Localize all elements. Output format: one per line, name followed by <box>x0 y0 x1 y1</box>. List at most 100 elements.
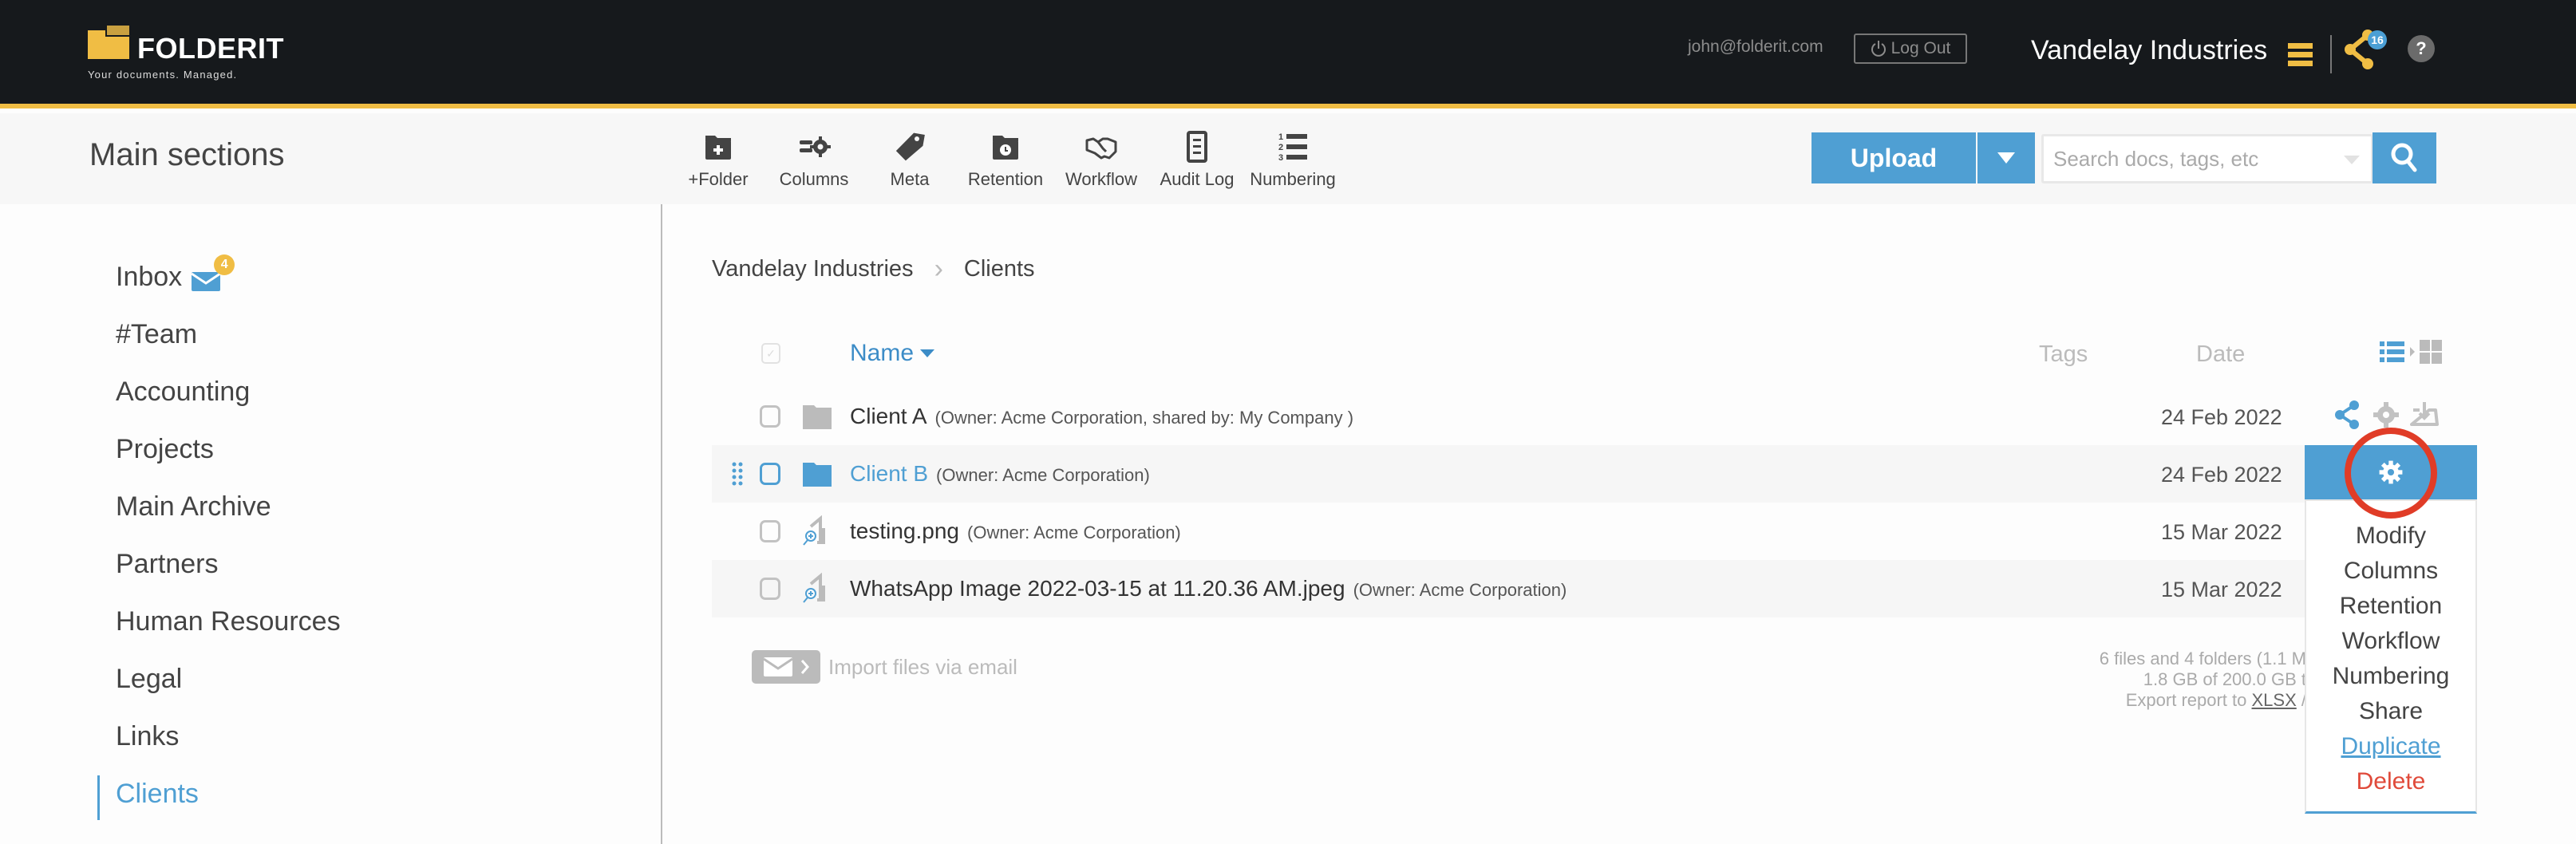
row-name: testing.png <box>850 519 959 543</box>
sort-by-name[interactable]: Name <box>850 340 935 367</box>
sidebar-item-label: Partners <box>116 549 219 579</box>
import-email-button[interactable] <box>752 650 820 684</box>
table-row[interactable]: testing.png (Owner: Acme Corporation) 15 … <box>712 503 2452 560</box>
column-header-tags[interactable]: Tags <box>2039 341 2088 368</box>
logout-button[interactable]: Log Out <box>1854 34 1967 64</box>
row-owner: (Owner: Acme Corporation) <box>936 465 1150 485</box>
brand-tagline: Your documents. Managed. <box>88 69 238 81</box>
settings-dropdown-menu: Modify Columns Retention Workflow Number… <box>2305 499 2477 814</box>
hamburger-menu-icon[interactable] <box>2288 43 2313 66</box>
sidebar: Inbox 4 #Team Accounting Projects Main A… <box>0 204 662 844</box>
sidebar-item-accounting[interactable]: Accounting <box>116 377 250 408</box>
storage-usage: 1.8 GB of 200.0 GB t <box>2143 669 2306 689</box>
row-checkbox[interactable] <box>760 578 780 600</box>
row-checkbox[interactable] <box>760 520 780 542</box>
user-email: john@folderit.com <box>1688 37 1823 56</box>
toolbar-add-folder[interactable]: +Folder <box>670 129 766 190</box>
menu-item-share[interactable]: Share <box>2306 694 2475 729</box>
toolbar-label: Retention <box>967 169 1044 189</box>
row-date: 15 Mar 2022 <box>2161 578 2282 601</box>
caret-down-icon <box>1997 152 2015 164</box>
toolbar-retention[interactable]: Retention <box>958 129 1053 190</box>
file-name[interactable]: Client A (Owner: Acme Corporation, shared… <box>850 404 1353 429</box>
upload-options-button[interactable] <box>1977 132 2035 183</box>
toolbar: +Folder Columns Meta Retention Workflow … <box>670 129 1341 190</box>
row-actions <box>2332 399 2440 431</box>
folder-icon <box>803 463 832 487</box>
toolbar-label: Meta <box>890 169 930 189</box>
table-row[interactable]: WhatsApp Image 2022-03-15 at 11.20.36 AM… <box>712 560 2452 617</box>
file-name[interactable]: WhatsApp Image 2022-03-15 at 11.20.36 AM… <box>850 576 1567 601</box>
toolbar-workflow[interactable]: Workflow <box>1053 129 1149 190</box>
row-name: WhatsApp Image 2022-03-15 at 11.20.36 AM… <box>850 576 1345 601</box>
drag-handle-icon[interactable] <box>732 461 743 488</box>
sidebar-item-links[interactable]: Links <box>116 721 179 752</box>
import-via-email[interactable]: Import files via email <box>752 650 1017 684</box>
sidebar-item-partners[interactable]: Partners <box>116 549 219 580</box>
row-settings-button[interactable] <box>2305 445 2477 499</box>
sidebar-item-clients[interactable]: Clients <box>116 779 199 810</box>
column-header-date[interactable]: Date <box>2196 341 2245 368</box>
breadcrumb-item[interactable]: Vandelay Industries <box>712 256 914 282</box>
sort-caret-icon <box>920 349 935 357</box>
sidebar-item-projects[interactable]: Projects <box>116 434 214 465</box>
sidebar-item-label: Accounting <box>116 377 251 407</box>
column-header-name: Name <box>850 340 915 366</box>
handshake-icon <box>1085 137 1117 160</box>
table-row[interactable]: Client B (Owner: Acme Corporation) 24 Feb… <box>712 445 2452 503</box>
row-date: 24 Feb 2022 <box>2161 463 2282 487</box>
folder-clock-icon <box>993 136 1018 160</box>
menu-item-modify[interactable]: Modify <box>2306 519 2475 554</box>
breadcrumb: Vandelay Industries › Clients <box>712 254 1035 285</box>
sidebar-item-human-resources[interactable]: Human Resources <box>116 606 341 637</box>
sidebar-item-label: Projects <box>116 434 214 464</box>
search-field <box>2041 134 2373 183</box>
export-prefix: Export report to <box>2125 690 2252 710</box>
folder-stats: 6 files and 4 folders (1.1 M 1.8 GB of 2… <box>1995 649 2306 711</box>
sidebar-item-inbox[interactable]: Inbox 4 <box>116 254 235 293</box>
gear-icon[interactable] <box>2370 399 2402 431</box>
share-icon[interactable] <box>2332 399 2364 431</box>
toolbar-columns[interactable]: Columns <box>766 129 862 190</box>
folder-icon <box>803 405 832 429</box>
menu-item-duplicate[interactable]: Duplicate <box>2306 729 2475 764</box>
sidebar-item-team[interactable]: #Team <box>116 319 197 350</box>
menu-item-workflow[interactable]: Workflow <box>2306 624 2475 659</box>
table-row[interactable]: Client A (Owner: Acme Corporation, shared… <box>712 388 2452 445</box>
menu-item-columns[interactable]: Columns <box>2306 554 2475 589</box>
help-icon[interactable]: ? <box>2408 35 2435 62</box>
files-summary: 6 files and 4 folders (1.1 M <box>2099 649 2306 668</box>
breadcrumb-current: Clients <box>963 256 1035 282</box>
sidebar-item-main-archive[interactable]: Main Archive <box>116 491 271 523</box>
document-list-icon <box>1187 131 1207 163</box>
menu-item-numbering[interactable]: Numbering <box>2306 659 2475 694</box>
row-checkbox[interactable] <box>760 405 780 428</box>
row-name: Client A <box>850 404 927 428</box>
menu-item-delete[interactable]: Delete <box>2306 764 2475 799</box>
row-owner: (Owner: Acme Corporation) <box>967 523 1181 542</box>
toolbar-meta[interactable]: Meta <box>862 129 958 190</box>
brand-name: FOLDERIT <box>137 32 284 65</box>
export-xlsx-link[interactable]: XLSX <box>2252 690 2297 710</box>
image-preview-icon <box>803 573 825 603</box>
toolbar-numbering[interactable]: 123 Numbering <box>1245 129 1341 190</box>
toolbar-audit-log[interactable]: Audit Log <box>1149 129 1245 190</box>
select-all-checkbox[interactable]: ✓ <box>761 343 780 364</box>
download-icon[interactable] <box>2408 399 2440 431</box>
folder-plus-icon <box>705 136 731 160</box>
search-button[interactable] <box>2373 132 2436 183</box>
toolbar-label: +Folder <box>688 169 749 189</box>
view-toggle-icon[interactable] <box>2380 338 2452 367</box>
file-name[interactable]: testing.png (Owner: Acme Corporation) <box>850 519 1181 544</box>
menu-item-retention[interactable]: Retention <box>2306 589 2475 624</box>
inbox-count-badge: 4 <box>214 254 235 275</box>
search-input[interactable] <box>2053 146 2325 172</box>
sidebar-item-legal[interactable]: Legal <box>116 664 182 695</box>
organization-name[interactable]: Vandelay Industries <box>2031 35 2267 66</box>
file-name[interactable]: Client B (Owner: Acme Corporation) <box>850 461 1150 487</box>
row-checkbox[interactable] <box>760 463 780 485</box>
search-dropdown-caret-icon[interactable] <box>2344 156 2360 164</box>
row-name: Client B <box>850 461 929 486</box>
svg-text:1: 1 <box>1278 132 1283 142</box>
upload-button[interactable]: Upload <box>1811 132 1976 183</box>
